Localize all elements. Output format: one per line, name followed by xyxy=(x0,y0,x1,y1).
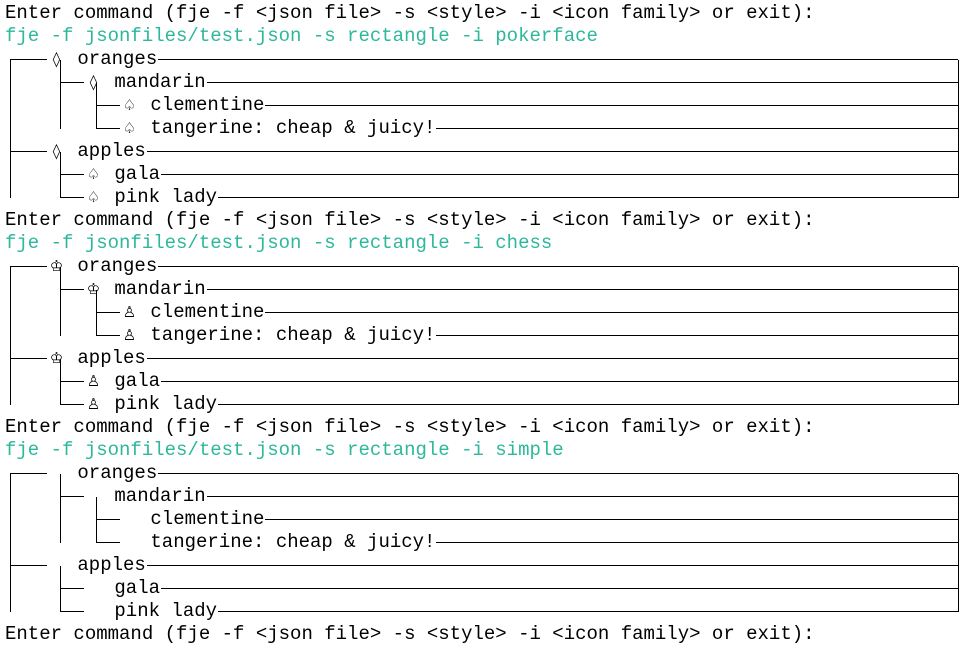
connector-bar xyxy=(60,473,61,543)
blank-icon xyxy=(84,577,103,600)
tree-node-mandarin: ♔ mandarin xyxy=(0,278,969,301)
node-label: mandarin xyxy=(84,485,207,508)
connector-line xyxy=(60,174,958,175)
node-label: ♔ apples xyxy=(47,347,147,370)
node-label: ♤ clementine xyxy=(120,94,266,117)
tree-node-tangerine: ♤ tangerine: cheap & juicy! xyxy=(0,117,969,140)
prompt-line: Enter command (fje -f <json file> -s <st… xyxy=(5,2,815,24)
connector-bar xyxy=(60,358,61,405)
command-line: fje -f jsonfiles/test.json -s rectangle … xyxy=(5,25,598,47)
diamond-icon: ◊ xyxy=(52,50,61,68)
tree-node-clementine: ♙ clementine xyxy=(0,301,969,324)
connector-bar xyxy=(10,59,11,198)
blank-icon xyxy=(84,600,103,623)
node-label: ♙ gala xyxy=(84,370,162,393)
blank-icon xyxy=(84,485,103,508)
spade-icon: ♤ xyxy=(86,188,101,206)
tree-node-pink-lady: ♤ pink lady xyxy=(0,186,969,209)
blank-icon xyxy=(47,554,66,577)
diamond-icon: ◊ xyxy=(89,73,98,91)
connector-bar xyxy=(10,473,11,612)
tree-node-tangerine: tangerine: cheap & juicy! xyxy=(0,531,969,554)
connector-line xyxy=(10,565,958,566)
connector-bar xyxy=(96,82,97,129)
chess-pawn-icon: ♙ xyxy=(86,395,101,413)
connector-bar xyxy=(10,266,11,405)
node-label: ♤ pink lady xyxy=(84,186,219,209)
chess-pawn-icon: ♙ xyxy=(122,326,137,344)
tree-node-apples: apples xyxy=(0,554,969,577)
tree-node-gala: ♤ gala xyxy=(0,163,969,186)
connector-line xyxy=(60,381,958,382)
tree-node-oranges: ♔ oranges xyxy=(0,255,969,278)
node-label: ♔ mandarin xyxy=(84,278,207,301)
node-label: pink lady xyxy=(84,600,219,623)
chess-pawn-icon: ♙ xyxy=(86,372,101,390)
node-label: ♙ pink lady xyxy=(84,393,219,416)
chess-pawn-icon: ♙ xyxy=(122,303,137,321)
connector-line xyxy=(10,358,958,359)
spade-icon: ♤ xyxy=(122,96,137,114)
blank-icon xyxy=(120,531,139,554)
connector-bar xyxy=(96,289,97,336)
chess-king-icon: ♔ xyxy=(49,257,64,275)
node-label: ♤ gala xyxy=(84,163,162,186)
node-label: clementine xyxy=(120,508,266,531)
tree-node-oranges: ◊ oranges xyxy=(0,48,969,71)
chess-king-icon: ♔ xyxy=(86,280,101,298)
connector-bar xyxy=(60,565,61,612)
tree-output: ♔ oranges ♔ mandarin ♙ clementine ♙ tang… xyxy=(0,255,969,416)
prompt-line[interactable]: Enter command (fje -f <json file> -s <st… xyxy=(0,623,969,646)
tree-node-tangerine: ♙ tangerine: cheap & juicy! xyxy=(0,324,969,347)
connector-bar xyxy=(958,59,959,198)
tree-output: oranges mandarin clementine tangerine: c… xyxy=(0,462,969,623)
node-label: ◊ apples xyxy=(47,140,147,163)
connector-bar xyxy=(958,473,959,612)
tree-node-clementine: clementine xyxy=(0,508,969,531)
node-label: ♙ clementine xyxy=(120,301,266,324)
tree-node-gala: gala xyxy=(0,577,969,600)
tree-node-apples: ◊ apples xyxy=(0,140,969,163)
command-line: fje -f jsonfiles/test.json -s rectangle … xyxy=(5,439,564,461)
tree-node-mandarin: mandarin xyxy=(0,485,969,508)
tree-node-pink-lady: pink lady xyxy=(0,600,969,623)
blank-icon xyxy=(120,508,139,531)
tree-node-mandarin: ◊ mandarin xyxy=(0,71,969,94)
diamond-icon: ◊ xyxy=(52,142,61,160)
prompt-line: Enter command (fje -f <json file> -s <st… xyxy=(5,416,815,438)
blank-icon xyxy=(47,462,66,485)
prompt-line: Enter command (fje -f <json file> -s <st… xyxy=(5,209,815,231)
terminal-window[interactable]: Enter command (fje -f <json file> -s <st… xyxy=(0,0,969,649)
node-label: gala xyxy=(84,577,162,600)
node-label: ♤ tangerine: cheap & juicy! xyxy=(120,117,437,140)
connector-bar xyxy=(958,266,959,405)
node-label: apples xyxy=(47,554,147,577)
connector-line xyxy=(10,151,958,152)
connector-line xyxy=(60,588,958,589)
tree-node-clementine: ♤ clementine xyxy=(0,94,969,117)
tree-node-oranges: oranges xyxy=(0,462,969,485)
tree-output: ◊ oranges ◊ mandarin ♤ clementine ♤ tang… xyxy=(0,48,969,209)
tree-node-pink-lady: ♙ pink lady xyxy=(0,393,969,416)
node-label: oranges xyxy=(47,462,159,485)
connector-bar xyxy=(60,266,61,336)
node-label: tangerine: cheap & juicy! xyxy=(120,531,437,554)
command-line: fje -f jsonfiles/test.json -s rectangle … xyxy=(5,232,553,254)
tree-node-gala: ♙ gala xyxy=(0,370,969,393)
tree-node-apples: ♔ apples xyxy=(0,347,969,370)
connector-bar xyxy=(96,496,97,543)
spade-icon: ♤ xyxy=(86,165,101,183)
node-label: ◊ mandarin xyxy=(84,71,207,94)
chess-king-icon: ♔ xyxy=(49,349,64,367)
node-label: ♔ oranges xyxy=(47,255,159,278)
spade-icon: ♤ xyxy=(122,119,137,137)
connector-bar xyxy=(60,59,61,129)
connector-bar xyxy=(60,151,61,198)
node-label: ♙ tangerine: cheap & juicy! xyxy=(120,324,437,347)
node-label: ◊ oranges xyxy=(47,48,159,71)
